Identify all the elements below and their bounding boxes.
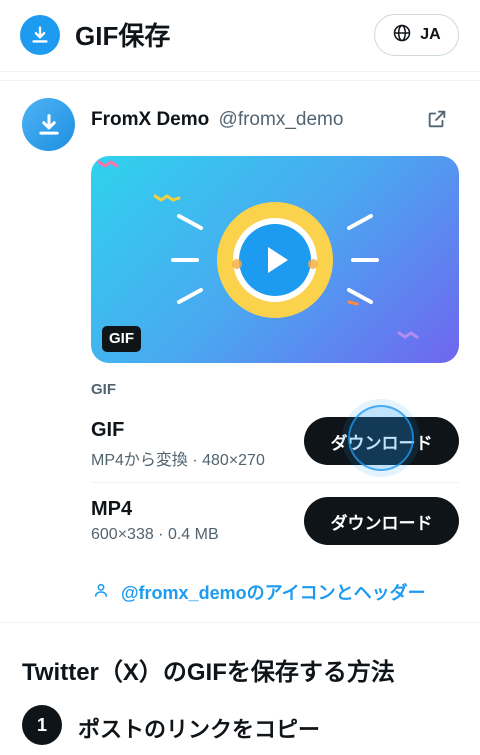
post-author[interactable]: FromX Demo @fromx_demo: [91, 108, 343, 132]
step-number: 1: [22, 705, 62, 745]
globe-icon: [392, 23, 412, 48]
user-handle: @fromx_demo: [218, 109, 344, 130]
section-label: GIF: [91, 381, 116, 398]
download-gif-button[interactable]: ダウンロード: [304, 417, 459, 465]
divider: [91, 482, 459, 483]
avatar[interactable]: [22, 98, 75, 151]
option-meta-mp4: 600×338 · 0.4 MB: [91, 526, 219, 543]
profile-link-label: @fromx_demoのアイコンとヘッダー: [121, 583, 426, 603]
user-icon: [93, 582, 109, 603]
media-artwork: [97, 160, 419, 339]
download-icon: [38, 113, 59, 135]
download-mp4-button[interactable]: ダウンロード: [304, 497, 459, 545]
user-name: FromX Demo: [91, 109, 210, 130]
app-title: GIF保存: [75, 21, 171, 51]
external-link-icon[interactable]: [424, 106, 450, 132]
language-button[interactable]: JA: [374, 14, 459, 56]
profile-images-link[interactable]: @fromx_demoのアイコンとヘッダー: [93, 579, 426, 605]
media-preview[interactable]: GIF: [91, 156, 459, 363]
option-title-mp4: MP4: [91, 498, 133, 520]
app-header: GIF保存 JA: [0, 0, 480, 72]
download-icon[interactable]: [20, 15, 60, 55]
option-title-gif: GIF: [91, 419, 125, 441]
step-text: ポストのリンクをコピー: [78, 717, 321, 742]
gif-badge: GIF: [102, 326, 141, 352]
language-label: JA: [420, 26, 441, 43]
option-meta-gif: MP4から変換 · 480×270: [91, 452, 265, 469]
divider: [0, 622, 480, 623]
howto-title: Twitter（X）のGIFを保存する方法: [22, 659, 395, 686]
divider: [0, 80, 480, 81]
